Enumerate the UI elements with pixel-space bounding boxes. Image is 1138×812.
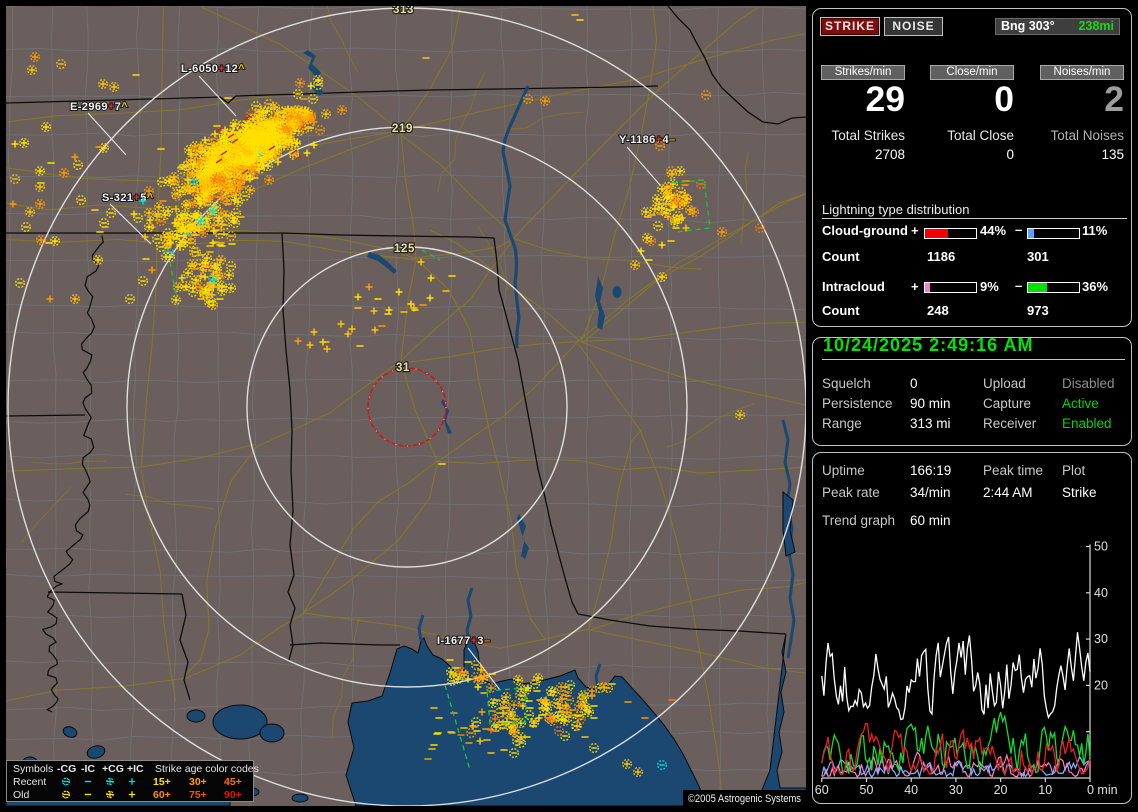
- svg-text:Strike age color codes: Strike age color codes: [155, 763, 259, 775]
- svg-text:15+: 15+: [153, 776, 171, 788]
- svg-text:313: 313: [393, 6, 414, 16]
- svg-text:50: 50: [860, 783, 874, 797]
- svg-text:E-2969+7^: E-2969+7^: [70, 101, 128, 113]
- svg-text:75+: 75+: [189, 789, 207, 801]
- svg-text:125: 125: [394, 243, 415, 255]
- svg-text:-CG: -CG: [57, 763, 76, 775]
- svg-text:Symbols: Symbols: [13, 763, 53, 775]
- svg-text:40: 40: [1094, 586, 1108, 600]
- svg-text:10: 10: [1038, 783, 1052, 797]
- svg-text:L-6050+12^: L-6050+12^: [181, 63, 245, 75]
- svg-text:50: 50: [1094, 540, 1108, 554]
- svg-text:30: 30: [1094, 632, 1108, 646]
- svg-text:-IC: -IC: [81, 763, 95, 775]
- svg-text:31: 31: [396, 362, 410, 374]
- svg-text:Y-1186+4–: Y-1186+4–: [619, 134, 676, 146]
- svg-text:+IC: +IC: [127, 763, 144, 775]
- svg-text:219: 219: [392, 123, 413, 135]
- svg-text:S-321+5^: S-321+5^: [102, 192, 154, 204]
- svg-text:60: 60: [815, 783, 829, 797]
- svg-text:90+: 90+: [224, 789, 242, 801]
- svg-text:I-1677+3–: I-1677+3–: [437, 635, 490, 647]
- svg-text:©2005 Astrogenic Systems: ©2005 Astrogenic Systems: [688, 793, 801, 805]
- svg-text:20: 20: [1094, 678, 1108, 692]
- svg-text:45+: 45+: [224, 776, 242, 788]
- svg-text:30+: 30+: [189, 776, 207, 788]
- svg-text:+CG: +CG: [102, 763, 124, 775]
- svg-text:20: 20: [994, 783, 1008, 797]
- svg-text:Old: Old: [13, 789, 30, 801]
- svg-text:0 min: 0 min: [1087, 783, 1118, 797]
- svg-text:30: 30: [949, 783, 963, 797]
- svg-text:Recent: Recent: [13, 776, 46, 788]
- svg-text:60+: 60+: [153, 789, 171, 801]
- svg-text:40: 40: [904, 783, 918, 797]
